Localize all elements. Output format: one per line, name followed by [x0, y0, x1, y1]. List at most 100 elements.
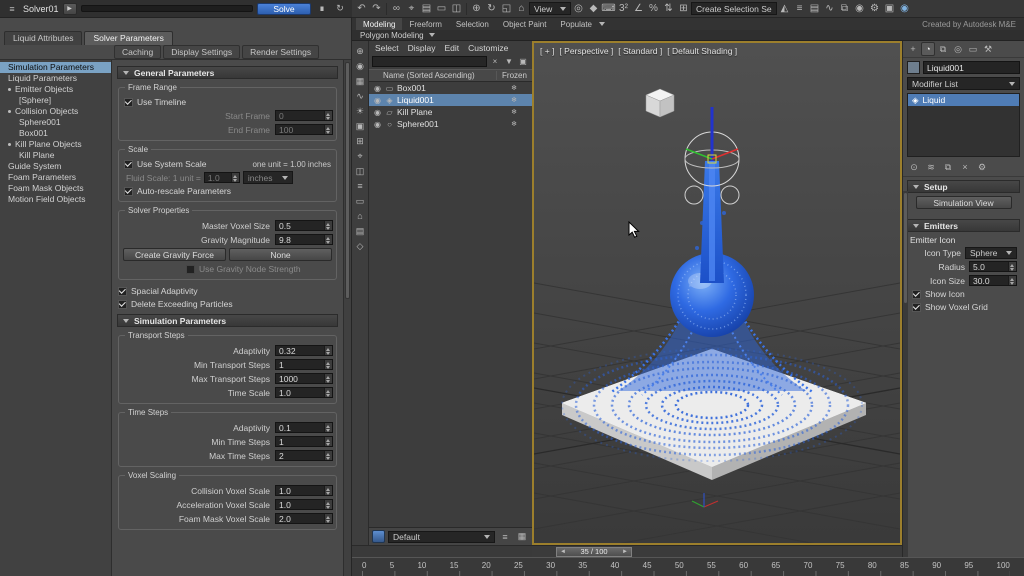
- foam-mask-voxel-input[interactable]: 2.0: [275, 513, 333, 524]
- pin-stack-icon[interactable]: ⊙: [907, 160, 921, 174]
- scene-explorer-toggle-icon[interactable]: ▤: [807, 1, 822, 16]
- select-by-name-icon[interactable]: ▤: [419, 1, 434, 16]
- ribbon-tab-populate[interactable]: Populate: [553, 18, 599, 30]
- min-transport-steps-input[interactable]: 1: [275, 359, 333, 370]
- ribbon-tab-object-paint[interactable]: Object Paint: [496, 18, 554, 30]
- scrollbar-thumb[interactable]: [345, 62, 350, 299]
- angle-snap-icon[interactable]: ∠: [631, 1, 646, 16]
- display-spacewarps-icon[interactable]: ⌖: [353, 149, 367, 163]
- checkbox-icon[interactable]: [912, 303, 921, 312]
- reference-coordinate-dropdown[interactable]: View: [529, 2, 571, 15]
- spinner[interactable]: [324, 125, 332, 134]
- display-splines-icon[interactable]: ∿: [353, 89, 367, 103]
- subtab-render-settings[interactable]: Render Settings: [242, 45, 319, 59]
- dialog-scrollbar[interactable]: [343, 60, 351, 576]
- display-everything-icon[interactable]: ⊕: [353, 44, 367, 58]
- material-editor-icon[interactable]: ◉: [852, 1, 867, 16]
- nav-box001[interactable]: Box001: [0, 128, 111, 139]
- ribbon-tab-selection[interactable]: Selection: [449, 18, 496, 30]
- render-production-icon[interactable]: ◉: [897, 1, 912, 16]
- make-unique-icon[interactable]: ⧉: [941, 160, 955, 174]
- display-bones-icon[interactable]: ⌂: [353, 209, 367, 223]
- frozen-toggle-icon[interactable]: ❄: [496, 84, 532, 92]
- nav-sphere001[interactable]: Sphere001: [0, 117, 111, 128]
- menu-display[interactable]: Display: [408, 43, 436, 53]
- spinner[interactable]: [1008, 276, 1016, 285]
- nav-guide-system[interactable]: Guide System: [0, 161, 111, 172]
- utilities-tab-icon[interactable]: ⚒: [981, 42, 995, 56]
- menu-customize[interactable]: Customize: [468, 43, 508, 53]
- snaps-toggle-icon[interactable]: 3²: [616, 1, 631, 16]
- spinner[interactable]: [231, 173, 239, 182]
- display-geometry-icon[interactable]: ◉: [353, 59, 367, 73]
- nav-sphere-emitter[interactable]: [Sphere]: [0, 95, 111, 106]
- modifier-stack[interactable]: ◈ Liquid: [907, 93, 1020, 157]
- filter-icon[interactable]: ▼: [503, 56, 515, 68]
- frozen-toggle-icon[interactable]: ❄: [496, 108, 532, 116]
- grid-view-icon[interactable]: ▦: [515, 530, 529, 544]
- display-lights-icon[interactable]: ☀: [353, 104, 367, 118]
- eye-icon[interactable]: ◉: [373, 96, 382, 105]
- render-setup-icon[interactable]: ⚙: [867, 1, 882, 16]
- adaptivity-input[interactable]: 0.32: [275, 345, 333, 356]
- checkbox-icon[interactable]: [118, 287, 127, 296]
- display-materials-icon[interactable]: ▭: [353, 194, 367, 208]
- spinner[interactable]: [324, 451, 332, 460]
- simulation-view-button[interactable]: Simulation View: [916, 196, 1012, 209]
- display-tab-icon[interactable]: ▭: [966, 42, 980, 56]
- spinner-snap-icon[interactable]: ⇅: [661, 1, 676, 16]
- stack-item-liquid[interactable]: ◈ Liquid: [908, 94, 1019, 106]
- percent-snap-icon[interactable]: %: [646, 1, 661, 16]
- checkbox-icon[interactable]: [124, 187, 133, 196]
- spinner[interactable]: [324, 346, 332, 355]
- clear-search-icon[interactable]: ×: [489, 56, 501, 68]
- configure-modifier-icon[interactable]: ⚙: [975, 160, 989, 174]
- time-slider[interactable]: ◄ 35 / 100 ►: [532, 545, 902, 557]
- menu-select[interactable]: Select: [375, 43, 399, 53]
- align-icon[interactable]: ≡: [792, 1, 807, 16]
- nav-kill-plane-objects[interactable]: Kill Plane Objects: [0, 139, 111, 150]
- named-selection-sets-icon[interactable]: ⊞: [676, 1, 691, 16]
- spinner[interactable]: [324, 437, 332, 446]
- display-frozen-icon[interactable]: ◇: [353, 239, 367, 253]
- display-groups-icon[interactable]: ◫: [353, 164, 367, 178]
- acceleration-voxel-input[interactable]: 1.0: [275, 499, 333, 510]
- object-name-field[interactable]: Liquid001: [923, 61, 1020, 74]
- time-slider-handle[interactable]: ◄ 35 / 100 ►: [556, 547, 632, 557]
- spinner[interactable]: [1008, 262, 1016, 271]
- frame-back-icon[interactable]: ◄: [560, 549, 566, 555]
- checkbox-icon[interactable]: [186, 265, 195, 274]
- gravity-magnitude-input[interactable]: 9.8: [275, 234, 333, 245]
- nav-simulation-parameters[interactable]: Simulation Parameters: [0, 62, 111, 73]
- setup-rollout[interactable]: Setup: [907, 180, 1020, 193]
- icon-type-dropdown[interactable]: Sphere: [965, 247, 1017, 259]
- display-helpers-icon[interactable]: ⊞: [353, 134, 367, 148]
- select-and-link-icon[interactable]: ∞: [389, 1, 404, 16]
- hierarchy-tab-icon[interactable]: ⧉: [936, 42, 950, 56]
- checkbox-icon[interactable]: [124, 98, 133, 107]
- select-and-manipulate-icon[interactable]: ◆: [586, 1, 601, 16]
- start-frame-input[interactable]: 0: [275, 110, 333, 121]
- command-panel-scrollbar[interactable]: [903, 191, 908, 557]
- undo-icon[interactable]: ↶: [354, 1, 369, 16]
- menu-edit[interactable]: Edit: [445, 43, 460, 53]
- create-tab-icon[interactable]: +: [906, 42, 920, 56]
- spinner[interactable]: [324, 374, 332, 383]
- small-cube-object[interactable]: [646, 89, 674, 117]
- use-timeline-checkbox[interactable]: Use Timeline: [124, 96, 331, 108]
- auto-rescale-checkbox[interactable]: Auto-rescale Parameters: [124, 185, 331, 197]
- icon-size-input[interactable]: 30.0: [969, 275, 1017, 286]
- max-transport-steps-input[interactable]: 1000: [275, 373, 333, 384]
- modify-tab-icon[interactable]: ◔: [921, 42, 935, 56]
- end-frame-input[interactable]: 100: [275, 124, 333, 135]
- eye-icon[interactable]: ◉: [373, 120, 382, 129]
- use-system-scale-checkbox[interactable]: Use System Scale one unit = 1.00 inches: [124, 158, 331, 170]
- emitters-rollout[interactable]: Emitters: [907, 219, 1020, 232]
- eye-icon[interactable]: ◉: [373, 108, 382, 117]
- spinner[interactable]: [324, 388, 332, 397]
- show-voxel-grid-checkbox[interactable]: Show Voxel Grid: [912, 301, 1015, 313]
- object-color-swatch[interactable]: [907, 61, 920, 74]
- checkbox-icon[interactable]: [124, 160, 133, 169]
- polygon-modeling-label[interactable]: Polygon Modeling: [360, 31, 424, 40]
- rectangular-selection-icon[interactable]: ▭: [434, 1, 449, 16]
